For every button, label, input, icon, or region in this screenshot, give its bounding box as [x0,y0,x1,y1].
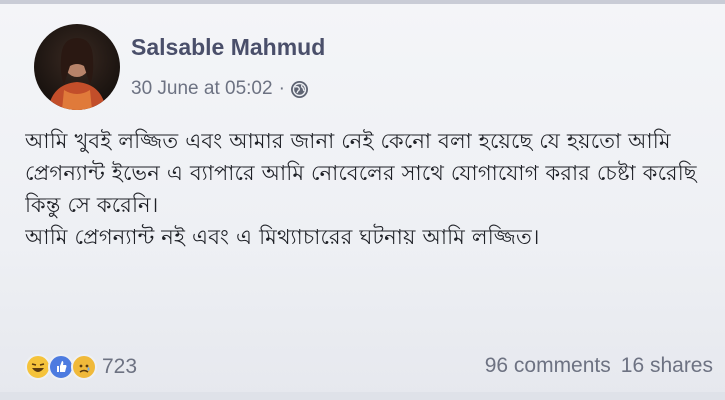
shares-count[interactable]: 16 shares [621,354,713,378]
facebook-post-card: Salsable Mahmud 30 June at 05:02 · আমি খ… [0,0,725,400]
post-meta: 30 June at 05:02 · [131,78,308,100]
reactions-summary[interactable]: 723 [25,354,137,380]
post-footer: 723 96 comments 16 shares [0,340,725,390]
post-text-line-1: আমি খুবই লজ্জিত এবং আমার জানা নেই কেনো ব… [25,129,671,153]
meta-separator: · [278,78,285,99]
sad-icon [71,354,97,380]
card-bottom-border [0,392,725,400]
card-top-border [0,0,725,4]
author-avatar[interactable] [34,24,120,110]
post-text-line-4: আমি প্রেগন্যান্ট নই এবং এ মিথ্যাচারের ঘট… [25,225,540,249]
engagement-counts: 96 comments 16 shares [485,354,713,378]
post-text-line-2: প্রেগন্যান্ট ইভেন এ ব্যাপারে আমি নোবেলের… [25,161,697,185]
globe-icon[interactable] [290,80,308,98]
post-timestamp[interactable]: 30 June at 05:02 [131,78,273,100]
author-name[interactable]: Salsable Mahmud [131,34,325,61]
post-text-line-3: কিন্তু সে করেনি। [25,193,159,217]
post-header: Salsable Mahmud 30 June at 05:02 · [30,18,690,113]
avatar-photo [48,38,106,110]
comments-count[interactable]: 96 comments [485,354,611,378]
reaction-count[interactable]: 723 [102,355,137,379]
post-text: আমি খুবই লজ্জিত এবং আমার জানা নেই কেনো ব… [25,125,705,253]
